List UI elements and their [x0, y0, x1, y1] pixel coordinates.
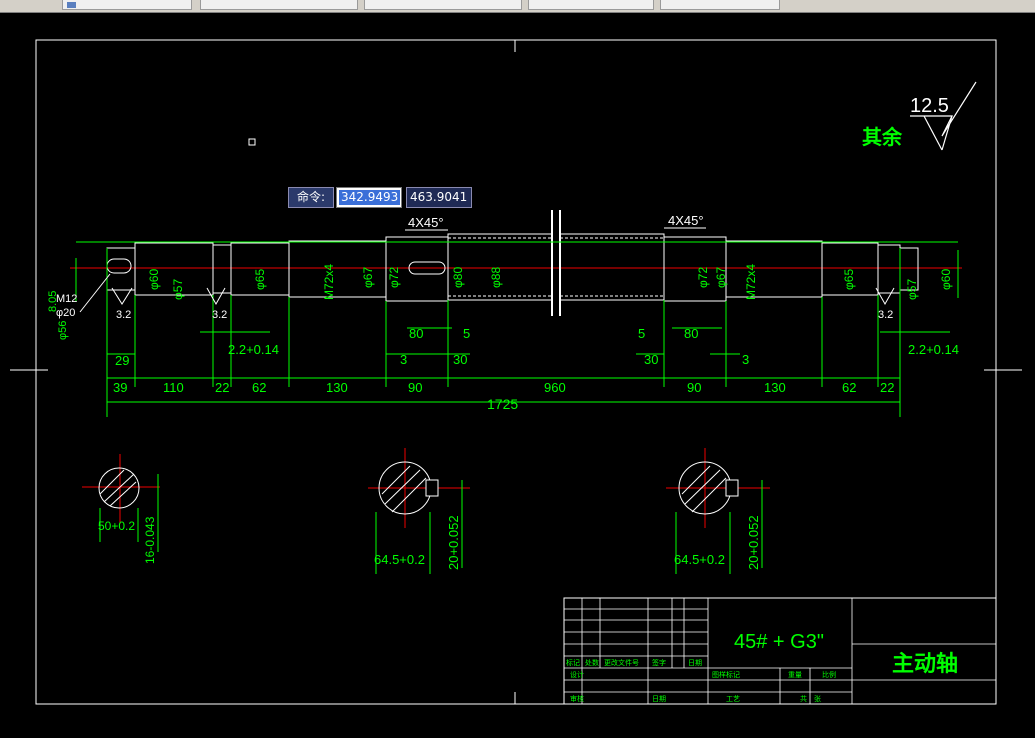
dia-label: φ57 — [905, 279, 919, 300]
dim-overall: 1725 — [487, 396, 518, 412]
dim-22: 22 — [215, 380, 229, 395]
dim-22: 22 — [880, 380, 894, 395]
svg-text:12.5: 12.5 — [910, 95, 949, 117]
dia-label: φ60 — [939, 269, 953, 290]
dia-label: φ65 — [253, 269, 267, 290]
title-block: 45# + G3" 主动轴 标记 处数 更改文件号 签字 日期 设计 审核 工艺… — [563, 597, 997, 705]
dim-30: 30 — [453, 352, 467, 367]
drawing-icon — [67, 1, 76, 8]
toolbar-tab[interactable] — [62, 0, 192, 10]
svg-text:更改文件号: 更改文件号 — [604, 658, 639, 667]
dia-label: M72x4 — [322, 264, 336, 300]
toolbar-tab[interactable] — [660, 0, 780, 10]
svg-text:比例: 比例 — [822, 670, 836, 679]
section-view-2: 64.5+0.2 20+0.052 — [368, 448, 470, 574]
dia-label: φ60 — [147, 269, 161, 290]
svg-text:20+0.052: 20+0.052 — [746, 515, 761, 570]
dim-90: 90 — [687, 380, 701, 395]
dim-groove: 2.2+0.14 — [908, 342, 959, 357]
cursor-pickbox — [248, 138, 256, 146]
svg-text:设计: 设计 — [570, 670, 584, 679]
section-view-3: 64.5+0.2 20+0.052 — [666, 448, 770, 574]
svg-text:签字: 签字 — [652, 658, 666, 667]
part-name: 主动轴 — [892, 651, 958, 676]
svg-text:图样标记: 图样标记 — [712, 670, 740, 679]
dim-3: 3 — [400, 352, 407, 367]
svg-text:重量: 重量 — [788, 671, 802, 679]
svg-text:日期: 日期 — [652, 695, 666, 703]
svg-text:工艺: 工艺 — [726, 695, 740, 703]
dim-960: 960 — [544, 380, 566, 395]
svg-text:处数: 处数 — [585, 658, 599, 667]
svg-text:张: 张 — [814, 694, 821, 703]
svg-text:标记: 标记 — [566, 658, 580, 667]
dia-label: φ67 — [361, 267, 375, 288]
dim-39: 39 — [113, 380, 127, 395]
dim-5: 5 — [463, 326, 470, 341]
dim-130: 130 — [326, 380, 348, 395]
roughness-small: 3.2 — [212, 309, 227, 321]
dim-110: 110 — [163, 380, 184, 395]
command-label: 命令: — [288, 187, 334, 208]
dia-label: φ57 — [171, 279, 185, 300]
roughness-small: 3.2 — [116, 309, 131, 321]
dim-130: 130 — [764, 380, 786, 395]
dim-30: 30 — [644, 352, 658, 367]
depth-label: 8.05 — [47, 291, 59, 312]
dia-label: φ72 — [387, 267, 401, 288]
chamfer-note-right: 4X45° — [668, 213, 704, 228]
material-label: 45# + G3" — [734, 631, 824, 653]
dim-29: 29 — [115, 353, 129, 368]
dim-3: 3 — [742, 352, 749, 367]
dia-label: φ67 — [714, 267, 728, 288]
chamfer-note-left: 4X45° — [408, 215, 444, 230]
dim-groove: 2.2+0.14 — [228, 342, 279, 357]
svg-text:20+0.052: 20+0.052 — [446, 515, 461, 570]
toolbar-tab[interactable] — [364, 0, 522, 10]
dia-label: φ56 — [57, 321, 69, 340]
svg-text:64.5+0.2: 64.5+0.2 — [374, 552, 425, 567]
dim-80: 80 — [684, 326, 698, 341]
dia-label: φ65 — [842, 269, 856, 290]
section-view-1: 50+0.2 16-0.043 — [82, 454, 160, 564]
svg-text:64.5+0.2: 64.5+0.2 — [674, 552, 725, 567]
shaft-hatch — [448, 237, 664, 297]
dia-label: φ88 — [489, 267, 503, 288]
svg-text:审核: 审核 — [570, 694, 584, 703]
dia-label: φ72 — [696, 267, 710, 288]
svg-text:共: 共 — [800, 694, 807, 703]
svg-text:其余: 其余 — [862, 125, 903, 149]
roughness-small: 3.2 — [878, 309, 893, 321]
dim-62: 62 — [252, 380, 266, 395]
roughness-symbol: 12.5 其余 — [862, 81, 977, 151]
dim-5: 5 — [638, 326, 645, 341]
svg-text:16-0.043: 16-0.043 — [143, 516, 157, 564]
toolbar-tab[interactable] — [528, 0, 654, 10]
svg-text:50+0.2: 50+0.2 — [98, 519, 135, 533]
dia-label: φ80 — [451, 267, 465, 288]
dim-80: 80 — [409, 326, 423, 341]
toolbar-tab[interactable] — [200, 0, 358, 10]
dia-label: M72x4 — [744, 264, 758, 300]
drawing-canvas[interactable]: 12.5 其余 39 110 22 62 130 90 960 90 130 6… — [0, 12, 1035, 738]
thread-label: M12 — [56, 293, 77, 305]
y-coordinate-input[interactable]: 463.9041 — [406, 187, 472, 208]
svg-text:日期: 日期 — [688, 659, 702, 667]
dim-62: 62 — [842, 380, 856, 395]
x-coordinate-input[interactable]: 342.9493 — [336, 187, 402, 208]
dim-90: 90 — [408, 380, 422, 395]
